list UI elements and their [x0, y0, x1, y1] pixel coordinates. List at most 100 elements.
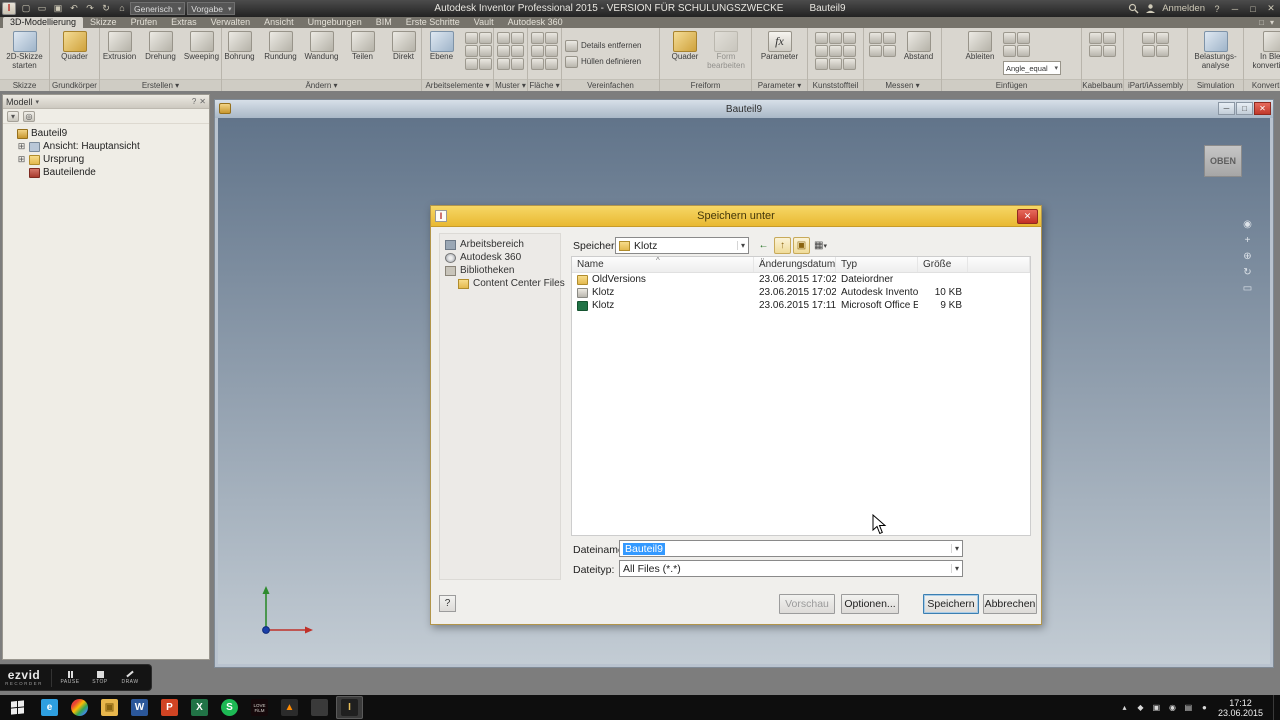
chevron-down-icon[interactable]: ▾ [36, 98, 40, 106]
small-tool-icon[interactable] [868, 45, 882, 57]
quick-access-icon[interactable]: ▣ [51, 2, 65, 15]
tool-huellen-definieren[interactable]: Hüllen definieren [563, 54, 643, 69]
tool-quader[interactable]: Quader [55, 29, 95, 78]
tool-drehung[interactable]: Drehung [141, 29, 181, 78]
small-tool-icon[interactable] [1089, 32, 1102, 44]
sidebar-place[interactable]: Arbeitsbereich [440, 238, 560, 251]
back-button[interactable]: ← [755, 237, 772, 254]
tray-icon[interactable]: ◉ [1167, 703, 1178, 712]
navigation-icon[interactable]: ◉ [1241, 218, 1254, 231]
ribbon-tab[interactable]: 3D-Modellierung [3, 17, 84, 28]
tool-teilen[interactable]: Teilen [343, 29, 383, 78]
group-label-erstellen[interactable]: Erstellen ▾ [100, 79, 221, 91]
ribbon-tab[interactable]: Vault [467, 17, 501, 28]
small-tool-icon[interactable] [1156, 32, 1169, 44]
tool-ebene[interactable]: Ebene [422, 29, 462, 78]
show-desktop-button[interactable] [1273, 695, 1280, 720]
small-tool-icon[interactable] [815, 32, 828, 44]
small-tool-icon[interactable] [843, 58, 856, 70]
browser-close-icon[interactable]: ✕ [199, 97, 206, 106]
small-tool-icon[interactable] [882, 32, 896, 44]
help-icon[interactable]: ? [1211, 4, 1223, 14]
small-tool-icon[interactable] [497, 45, 510, 57]
ribbon-tab[interactable]: Ansicht [257, 17, 301, 28]
quick-access-icon[interactable]: ↻ [99, 2, 113, 15]
sidebar-place[interactable]: Autodesk 360 [440, 251, 560, 264]
quick-access-icon[interactable]: ↶ [67, 2, 81, 15]
taskbar-app[interactable]: e [36, 696, 63, 719]
ribbon-tab[interactable]: Extras [164, 17, 204, 28]
taskbar-app[interactable]: ▲ [276, 696, 303, 719]
ribbon-collapse-icon[interactable]: ▾ [1270, 17, 1274, 28]
small-tool-icon[interactable] [478, 32, 492, 44]
small-tool-icon[interactable] [1142, 45, 1155, 57]
taskbar-app[interactable]: P [156, 696, 183, 719]
tool-rundung[interactable]: Rundung [261, 29, 301, 78]
tree-item[interactable]: ⊞ Ursprung [5, 153, 207, 166]
column-header-type[interactable]: Typ [836, 257, 918, 272]
taskbar-app[interactable]: I [336, 696, 363, 719]
small-tool-icon[interactable] [464, 58, 478, 70]
new-folder-button[interactable]: ▣ [793, 237, 810, 254]
small-tool-icon[interactable] [511, 58, 524, 70]
tray-icon[interactable]: ◆ [1135, 703, 1146, 712]
tray-icon[interactable]: ▣ [1151, 703, 1162, 712]
tool-sweeping[interactable]: Sweeping [182, 29, 222, 78]
view-menu-button[interactable]: ▦▾ [812, 237, 829, 254]
material-combobox[interactable]: Generisch ▾ [130, 2, 186, 15]
tree-item[interactable]: Bauteil9 [5, 127, 207, 140]
quick-access-icon[interactable]: ⌂ [115, 2, 129, 15]
small-tool-icon[interactable] [829, 32, 842, 44]
filter-icon[interactable]: ▾ [7, 110, 19, 122]
small-tool-icon[interactable] [545, 32, 558, 44]
viewcube[interactable]: OBEN [1204, 145, 1242, 177]
small-tool-icon[interactable] [1003, 45, 1016, 57]
pause-button[interactable]: PAUSE [55, 670, 85, 685]
sign-in-link[interactable]: Anmelden [1162, 3, 1205, 14]
doc-maximize-button[interactable]: □ [1236, 102, 1253, 115]
inventor-logo-icon[interactable]: I [2, 2, 16, 15]
dialog-titlebar[interactable]: I Speichern unter ✕ [431, 206, 1041, 227]
small-tool-icon[interactable] [1003, 32, 1016, 44]
doc-close-button[interactable]: ✕ [1254, 102, 1271, 115]
quick-access-icon[interactable]: ↷ [83, 2, 97, 15]
dialog-help-button[interactable]: ? [439, 595, 456, 612]
group-label-messen[interactable]: Messen ▾ [864, 79, 941, 91]
ribbon-tab[interactable]: Erste Schritte [399, 17, 467, 28]
tool-parameter[interactable]: fx Parameter [760, 29, 800, 78]
angle-equal-combobox[interactable]: Angle_equal ▾ [1003, 61, 1061, 75]
column-header-date[interactable]: Änderungsdatum [754, 257, 836, 272]
start-button[interactable] [0, 695, 34, 720]
taskbar-clock[interactable]: 17:12 23.06.2015 [1218, 698, 1263, 718]
sidebar-place[interactable]: Content Center Files [440, 277, 565, 290]
optionen-button[interactable]: Optionen... [841, 594, 899, 614]
browser-help-icon[interactable]: ? [192, 97, 196, 106]
taskbar-app[interactable]: X [186, 696, 213, 719]
close-button[interactable]: ✕ [1265, 3, 1277, 14]
minimize-button[interactable]: ─ [1229, 4, 1241, 14]
taskbar-app[interactable]: S [216, 696, 243, 719]
ribbon-display-icon[interactable]: □ [1259, 17, 1264, 28]
abbrechen-button[interactable]: Abbrechen [983, 594, 1037, 614]
group-label-parameter[interactable]: Parameter ▾ [752, 79, 807, 91]
tool-extrusion[interactable]: Extrusion [100, 29, 140, 78]
tool-in-blech-konvertieren[interactable]: In Blech konvertieren [1247, 29, 1280, 78]
group-label-aendern[interactable]: Ändern ▾ [222, 79, 421, 91]
column-header-name[interactable]: Name ^ [572, 257, 754, 272]
small-tool-icon[interactable] [531, 32, 544, 44]
tool-details-entfernen[interactable]: Details entfernen [563, 38, 643, 53]
ribbon-tab[interactable]: BIM [369, 17, 399, 28]
small-tool-icon[interactable] [1089, 45, 1102, 57]
small-tool-icon[interactable] [815, 45, 828, 57]
small-tool-icon[interactable] [478, 45, 492, 57]
dialog-close-button[interactable]: ✕ [1017, 209, 1038, 224]
group-label-flaeche[interactable]: Fläche ▾ [528, 79, 561, 91]
maximize-button[interactable]: □ [1247, 4, 1259, 14]
file-row[interactable]: Klotz 23.06.2015 17:11 Microsoft Office … [572, 299, 1030, 312]
small-tool-icon[interactable] [1142, 32, 1155, 44]
expand-icon[interactable]: ⊞ [17, 155, 26, 164]
quick-access-icon[interactable]: ▭ [35, 2, 49, 15]
small-tool-icon[interactable] [545, 45, 558, 57]
tool-wandung[interactable]: Wandung [302, 29, 342, 78]
filetype-combobox[interactable]: All Files (*.*) ▾ [619, 560, 963, 577]
